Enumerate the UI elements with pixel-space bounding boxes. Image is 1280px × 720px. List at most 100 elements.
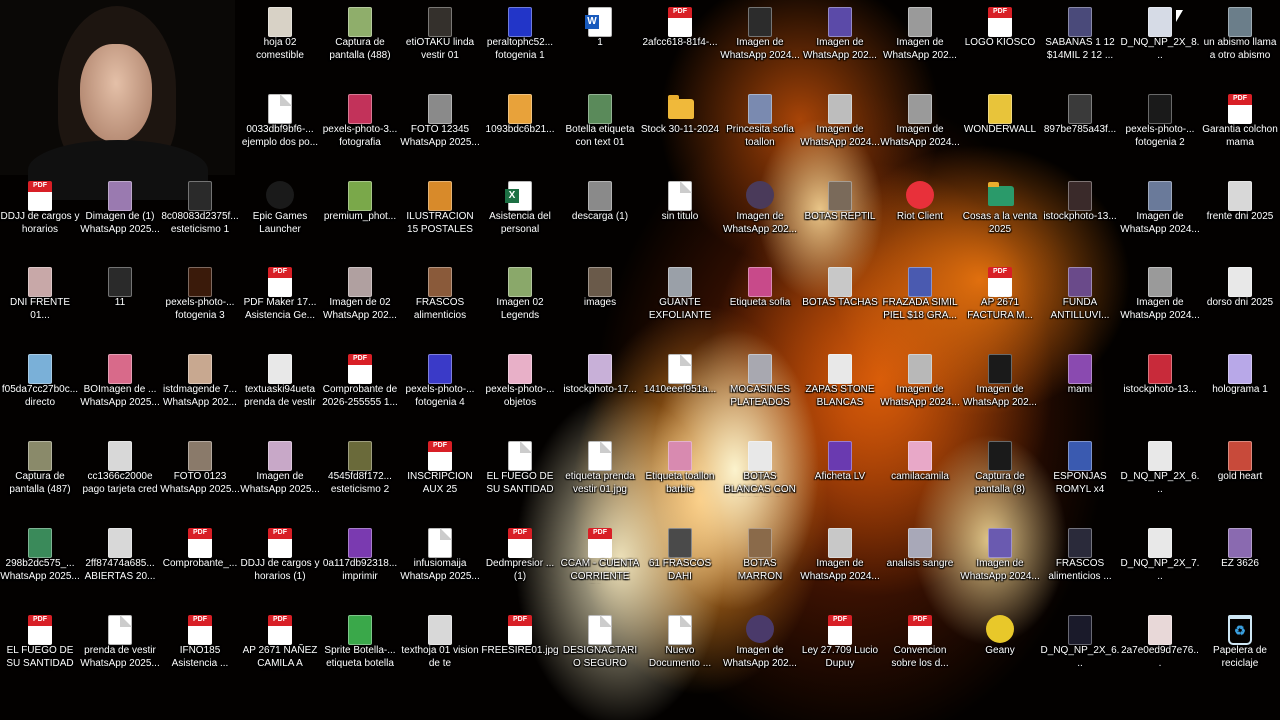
desktop-icon[interactable]: 2ff87474a685... ABIERTAS 20... xyxy=(80,523,160,609)
desktop-icon[interactable]: BOTAS MARRON xyxy=(720,523,800,609)
desktop-icon[interactable]: 0a117db92318... imprimir xyxy=(320,523,400,609)
desktop-icon[interactable]: Ley 27.709 Lucio Dupuy xyxy=(800,610,880,696)
desktop-icon[interactable]: Aficheta LV xyxy=(800,436,880,522)
desktop-icon[interactable]: DDJJ de cargos y horarios (1) xyxy=(240,523,320,609)
desktop-icon[interactable]: INSCRIPCION AUX 25 xyxy=(400,436,480,522)
desktop-icon[interactable]: Riot Client xyxy=(880,176,960,262)
desktop-icon[interactable]: EL FUEGO DE SU SANTIDAD impr2 xyxy=(0,610,80,696)
desktop-icon[interactable]: Imagen de WhatsApp 2024... xyxy=(1120,176,1200,262)
desktop-icon[interactable]: etiqueta prenda vestir 01.jpg xyxy=(560,436,640,522)
desktop-icon[interactable]: 4545fd8f172... esteticismo 2 xyxy=(320,436,400,522)
desktop-icon[interactable]: Geany xyxy=(960,610,1040,696)
desktop-icon[interactable]: frente dni 2025 xyxy=(1200,176,1280,262)
desktop-icon[interactable]: Convencion sobre los d... xyxy=(880,610,960,696)
desktop-icon[interactable]: Garantia colchon mama xyxy=(1200,89,1280,175)
desktop-icon[interactable]: AP 2671 FACTURA M... xyxy=(960,262,1040,348)
desktop-icon[interactable]: 1410eeef951a... xyxy=(640,349,720,435)
desktop-icon[interactable]: EZ 3626 xyxy=(1200,523,1280,609)
desktop-icon[interactable]: Captura de pantalla (8) xyxy=(960,436,1040,522)
desktop-icon[interactable]: Etiqueta toallon barbie xyxy=(640,436,720,522)
desktop-icon[interactable]: prenda de vestir WhatsApp 2025... xyxy=(80,610,160,696)
desktop-icon[interactable]: Nuevo Documento ... xyxy=(640,610,720,696)
desktop-icon[interactable]: EL FUEGO DE SU SANTIDAD xyxy=(480,436,560,522)
desktop-icon[interactable]: D_NQ_NP_2X_6... xyxy=(1040,610,1120,696)
desktop-icon[interactable]: mami xyxy=(1040,349,1120,435)
desktop-icon[interactable]: istockphoto-17... xyxy=(560,349,640,435)
desktop-icon[interactable]: pexels-photo-... fotogenia 3 xyxy=(160,262,240,348)
desktop-icon[interactable]: Captura de pantalla (487) xyxy=(0,436,80,522)
desktop-icon[interactable]: D_NQ_NP_2X_6... xyxy=(1120,436,1200,522)
desktop-icon[interactable]: SABANAS 1 12 $14MIL 2 12 ... xyxy=(1040,2,1120,88)
desktop-icon[interactable]: 2afcc618-81f4-... xyxy=(640,2,720,88)
desktop-icon[interactable]: Imagen 02 Legends xyxy=(480,262,560,348)
desktop-icon[interactable]: istockphoto-13... xyxy=(1120,349,1200,435)
desktop-icon[interactable]: Sprite Botella-... etiqueta botella xyxy=(320,610,400,696)
desktop-icon[interactable]: PDF Maker 17... Asistencia Ge... xyxy=(240,262,320,348)
desktop-icon[interactable]: holograma 1 xyxy=(1200,349,1280,435)
desktop-icon[interactable]: 2a7e0ed9d7e76... xyxy=(1120,610,1200,696)
desktop-icon[interactable]: ILUSTRACION 15 POSTALES LVYTC xyxy=(400,176,480,262)
desktop-icon[interactable]: BOImagen de ... WhatsApp 2025... xyxy=(80,349,160,435)
desktop-icon[interactable]: analisis sangre xyxy=(880,523,960,609)
desktop-icon[interactable]: pexels-photo-... fotogenia 2 xyxy=(1120,89,1200,175)
desktop-icon[interactable]: istdmagende 7... WhatsApp 202... xyxy=(160,349,240,435)
desktop-icon[interactable]: Imagen de WhatsApp 2024... xyxy=(960,523,1040,609)
desktop-icon[interactable]: descarga (1) xyxy=(560,176,640,262)
desktop-icon[interactable]: Princesita sofia toallon xyxy=(720,89,800,175)
desktop-icon[interactable]: Cosas a la venta 2025 xyxy=(960,176,1040,262)
desktop-icon[interactable]: 298b2dc575_... WhatsApp 2025... xyxy=(0,523,80,609)
desktop-icon[interactable]: Etiqueta sofia xyxy=(720,262,800,348)
desktop-icon[interactable]: AP 2671 NAÑEZ CAMILA A DESL... xyxy=(240,610,320,696)
desktop-icon[interactable]: Imagen de WhatsApp 202... xyxy=(880,2,960,88)
desktop-icon[interactable]: textuaski94ueta prenda de vestir xyxy=(240,349,320,435)
desktop-icon[interactable]: Imagen de WhatsApp 2024... xyxy=(880,349,960,435)
desktop-icon[interactable]: Imagen de WhatsApp 2024... xyxy=(880,89,960,175)
desktop-icon[interactable]: ZAPAS STONE BLANCAS xyxy=(800,349,880,435)
desktop-icon[interactable]: FREESIRE01.jpg xyxy=(480,610,560,696)
desktop-icon[interactable]: Imagen de WhatsApp 202... xyxy=(800,2,880,88)
desktop-icon[interactable]: 1093bdc6b21... xyxy=(480,89,560,175)
desktop-icon[interactable]: FRAZADA SIMIL PIEL $18 GRA... xyxy=(880,262,960,348)
desktop-icon[interactable]: Papelera de reciclaje xyxy=(1200,610,1280,696)
desktop-icon[interactable]: Stock 30-11-2024 xyxy=(640,89,720,175)
desktop-icon[interactable]: BOTAS TACHAS xyxy=(800,262,880,348)
desktop-icon[interactable]: Imagen de WhatsApp 202... xyxy=(720,610,800,696)
desktop-icon[interactable]: sin titulo xyxy=(640,176,720,262)
desktop-icon[interactable]: IFNO185 Asistencia ... xyxy=(160,610,240,696)
desktop-icon[interactable]: 1 xyxy=(560,2,640,88)
desktop-icon[interactable]: images xyxy=(560,262,640,348)
desktop-icon[interactable]: WONDERWALL xyxy=(960,89,1040,175)
desktop-icon[interactable]: LOGO KIOSCO xyxy=(960,2,1040,88)
desktop-icon[interactable]: Imagen de 02 WhatsApp 202... xyxy=(320,262,400,348)
desktop-icon[interactable]: Imagen de WhatsApp 2024... xyxy=(800,523,880,609)
desktop-icon[interactable]: Dedmpresior ... (1) xyxy=(480,523,560,609)
desktop-icon[interactable]: camilacamila xyxy=(880,436,960,522)
desktop-icon[interactable]: Comprobante de 2026-255555 1... xyxy=(320,349,400,435)
desktop-icon[interactable]: pexels-photo-3... fotografia xyxy=(320,89,400,175)
desktop-icon[interactable]: DESIGNACTARIO SEGURO xyxy=(560,610,640,696)
desktop-icon[interactable]: FOTO 12345 WhatsApp 2025... xyxy=(400,89,480,175)
desktop-icon[interactable]: MOCASINES PLATEADOS xyxy=(720,349,800,435)
desktop-icon[interactable]: 897be785a43f... xyxy=(1040,89,1120,175)
desktop-icon[interactable]: peraltophc52... fotogenia 1 xyxy=(480,2,560,88)
desktop-icon[interactable]: Botella etiqueta con text 01 xyxy=(560,89,640,175)
desktop-icon[interactable]: DNI FRENTE 01... xyxy=(0,262,80,348)
desktop-icon[interactable]: 0033dbf9bf6-... ejemplo dos po... xyxy=(240,89,320,175)
desktop-icon[interactable]: 61 FRASCOS DAHI xyxy=(640,523,720,609)
desktop-icon[interactable]: Imagen de WhatsApp 2025... xyxy=(240,436,320,522)
desktop-icon[interactable]: infusiomaija WhatsApp 2025... xyxy=(400,523,480,609)
desktop-icon[interactable]: premium_phot... xyxy=(320,176,400,262)
desktop-icon[interactable]: Imagen de WhatsApp 202... xyxy=(720,176,800,262)
desktop-icon[interactable]: etiOTAKU linda vestir 01 xyxy=(400,2,480,88)
desktop-icon[interactable]: Dimagen de (1) WhatsApp 2025... xyxy=(80,176,160,262)
desktop-icon[interactable]: DDJJ de cargos y horarios xyxy=(0,176,80,262)
desktop-icon[interactable]: 8c08083d2375f... esteticismo 1 xyxy=(160,176,240,262)
desktop-icon[interactable]: GUANTE EXFOLIANTE xyxy=(640,262,720,348)
desktop-icon[interactable]: 11 xyxy=(80,262,160,348)
desktop-icon[interactable]: gold heart xyxy=(1200,436,1280,522)
desktop-icon[interactable]: FRASCOS alimenticios xyxy=(400,262,480,348)
desktop-icon[interactable]: Imagen de WhatsApp 202... xyxy=(960,349,1040,435)
desktop-icon[interactable]: D_NQ_NP_2X_7... xyxy=(1120,523,1200,609)
desktop-icon[interactable]: CCAM - CUENTA CORRIENTE PA... xyxy=(560,523,640,609)
desktop-icon[interactable]: hoja 02 comestible xyxy=(240,2,320,88)
